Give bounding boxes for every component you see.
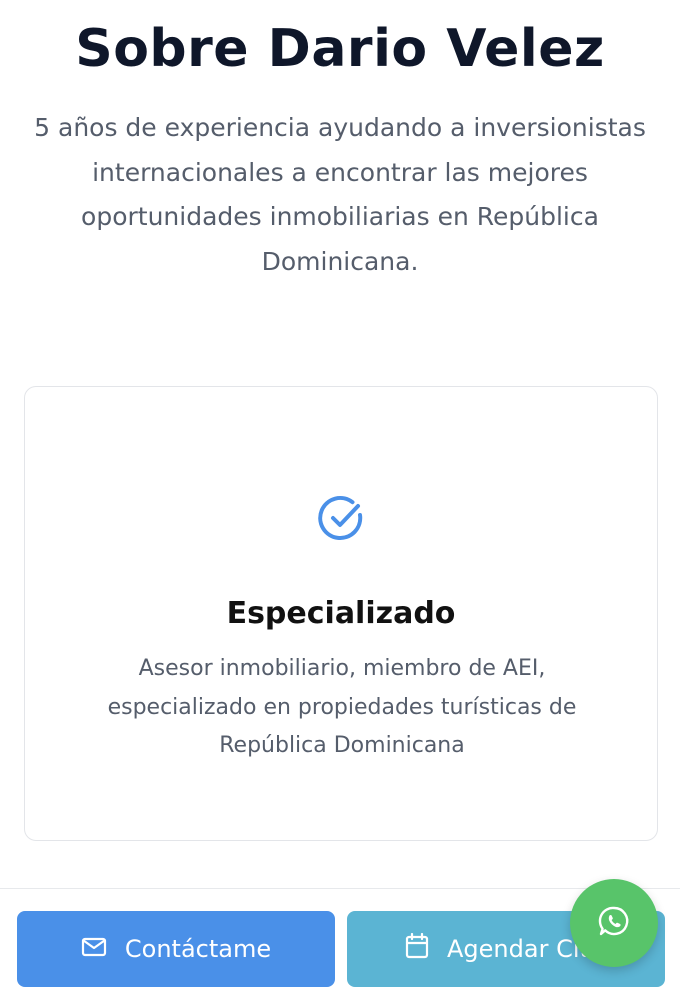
feature-card: Especializado Asesor inmobiliario, miemb… <box>24 386 658 841</box>
whatsapp-button[interactable] <box>570 879 658 967</box>
whatsapp-icon <box>597 904 631 942</box>
check-circle-icon <box>316 493 368 545</box>
page-title: Sobre Dario Velez <box>75 19 605 79</box>
page-subtitle: 5 años de experiencia ayudando a inversi… <box>34 113 646 276</box>
card-description: Asesor inmobiliario, miembro de AEI, esp… <box>107 656 577 758</box>
contact-button-label: Contáctame <box>124 935 272 963</box>
calendar-icon <box>405 932 429 965</box>
about-page: Sobre Dario Velez 5 años de experiencia … <box>0 0 680 1000</box>
mail-icon <box>81 935 107 963</box>
contact-button[interactable]: Contáctame <box>17 911 335 987</box>
card-title: Especializado <box>226 596 456 631</box>
